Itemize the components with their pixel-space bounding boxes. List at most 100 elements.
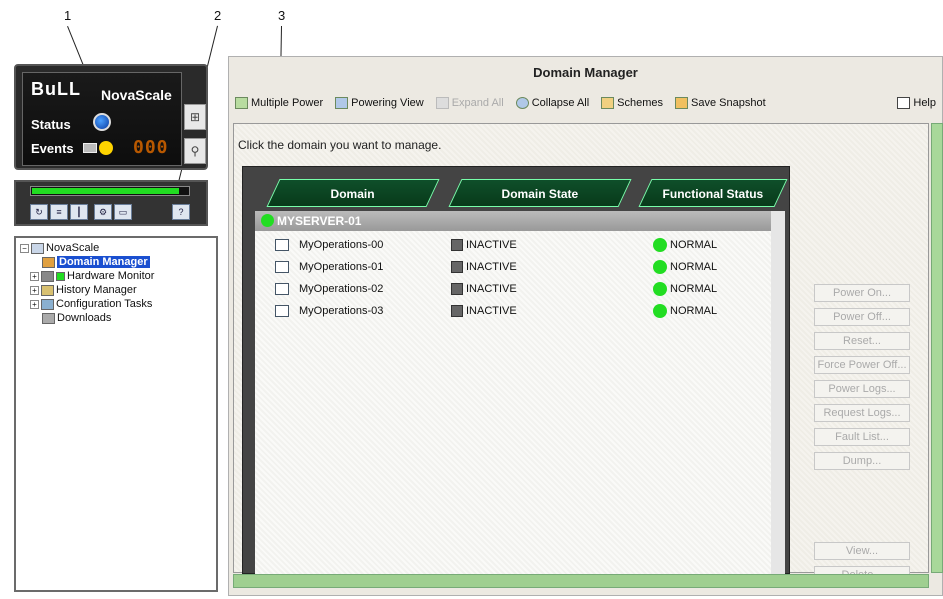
status-display: BuLL NovaScale Status Events 000	[22, 72, 182, 166]
powering-view-icon	[335, 97, 349, 109]
domain-icon	[275, 239, 289, 251]
collapse-all-button[interactable]: Collapse All	[515, 97, 589, 109]
mail-icon[interactable]	[83, 143, 97, 153]
hardware-monitor-icon	[41, 270, 54, 282]
tree-item-label: Domain Manager	[57, 256, 150, 268]
functional-status: NORMAL	[653, 238, 717, 252]
domain-name: MyOperations-03	[299, 305, 384, 317]
product-name: NovaScale	[101, 87, 172, 103]
monitor-icon[interactable]: ▭	[114, 204, 132, 220]
tree-item-history-manager[interactable]: + History Manager	[30, 284, 137, 296]
tree-view-button[interactable]: ⊞	[184, 104, 206, 130]
navigation-tree: − NovaScale Domain Manager + Hardware Mo…	[14, 236, 218, 592]
callout-3: 3	[278, 8, 286, 23]
tree-item-label: History Manager	[56, 284, 137, 296]
expand-icon[interactable]: +	[30, 285, 39, 295]
callout-1: 1	[64, 8, 72, 23]
domain-row[interactable]: MyOperations-00 INACTIVE NORMAL	[255, 235, 775, 255]
collapse-icon[interactable]: −	[20, 243, 29, 253]
instruction-text: Click the domain you want to manage.	[238, 138, 442, 152]
state-icon	[451, 239, 463, 251]
page-vertical-scrollbar[interactable]	[931, 123, 943, 573]
help-icon[interactable]: ?	[172, 204, 190, 220]
horizontal-scrollbar[interactable]	[233, 574, 929, 588]
expand-all-button[interactable]: Expand All	[435, 97, 504, 109]
action-button[interactable]: Reset...	[814, 332, 910, 350]
chart-icon[interactable]: ┃	[70, 204, 88, 220]
functional-status: NORMAL	[653, 282, 717, 296]
action-button[interactable]: Force Power Off...	[814, 356, 910, 374]
column-header-domain[interactable]: Domain	[266, 179, 440, 207]
server-row[interactable]: MYSERVER-01	[255, 211, 785, 231]
status-dot-icon	[653, 282, 667, 296]
tree-item-novascale[interactable]: − NovaScale	[20, 242, 99, 254]
downloads-icon	[42, 312, 55, 324]
column-header-functional-status[interactable]: Functional Status	[638, 179, 788, 207]
server-status-icon	[261, 214, 274, 227]
save-snapshot-icon	[675, 97, 689, 109]
state-icon	[451, 283, 463, 295]
powering-view-button[interactable]: Powering View	[335, 97, 424, 109]
status-dot-icon	[653, 238, 667, 252]
domain-manager-window: Domain Manager Multiple Power Powering V…	[228, 56, 943, 596]
action-button[interactable]: Power On...	[814, 284, 910, 302]
binoculars-button[interactable]: ⚲	[184, 138, 206, 164]
list-icon[interactable]: ≡	[50, 204, 68, 220]
domain-icon	[275, 305, 289, 317]
tree-item-label: Configuration Tasks	[56, 298, 153, 310]
expand-icon[interactable]: +	[30, 299, 39, 309]
domain-row[interactable]: MyOperations-01 INACTIVE NORMAL	[255, 257, 775, 277]
window-toolbar: Multiple Power Powering View Expand All …	[229, 93, 942, 113]
status-dot-icon	[653, 304, 667, 318]
action-button[interactable]: Request Logs...	[814, 404, 910, 422]
state-icon	[451, 305, 463, 317]
server-name: MYSERVER-01	[277, 214, 362, 228]
help-icon	[897, 97, 911, 109]
toolbar-panel: ↻ ≡ ┃ ⚙ ▭ ?	[14, 180, 208, 226]
config-icon[interactable]: ⚙	[94, 204, 112, 220]
domain-state: INACTIVE	[451, 305, 517, 317]
tree-item-hardware-monitor[interactable]: + Hardware Monitor	[30, 270, 154, 282]
domain-row[interactable]: MyOperations-02 INACTIVE NORMAL	[255, 279, 775, 299]
vertical-scrollbar[interactable]	[771, 211, 785, 575]
expand-all-icon	[435, 97, 449, 109]
tree-item-configuration-tasks[interactable]: + Configuration Tasks	[30, 298, 152, 310]
status-globe-icon[interactable]	[93, 113, 111, 131]
window-title: Domain Manager	[229, 57, 942, 89]
tree-item-domain-manager[interactable]: Domain Manager	[42, 256, 150, 268]
brand-logo: BuLL	[31, 79, 81, 99]
help-button[interactable]: Help	[897, 97, 936, 109]
action-button[interactable]: Power Off...	[814, 308, 910, 326]
tree-item-label: Hardware Monitor	[67, 270, 155, 282]
domain-state: INACTIVE	[451, 239, 517, 251]
smiley-icon[interactable]	[99, 141, 113, 155]
column-header-domain-state[interactable]: Domain State	[448, 179, 632, 207]
multiple-power-button[interactable]: Multiple Power	[235, 97, 323, 109]
action-button[interactable]: Dump...	[814, 452, 910, 470]
domain-table-frame: Domain Domain State Functional Status MY…	[242, 166, 790, 575]
progress-fill	[32, 188, 179, 194]
save-snapshot-button[interactable]: Save Snapshot	[675, 97, 766, 109]
schemes-button[interactable]: Schemes	[601, 97, 663, 109]
expand-icon[interactable]: +	[30, 271, 39, 281]
status-label: Status	[31, 117, 71, 132]
callout-2: 2	[214, 8, 222, 23]
table-headers: Domain Domain State Functional Status	[255, 179, 788, 207]
domain-state: INACTIVE	[451, 261, 517, 273]
events-label: Events	[31, 141, 74, 156]
content-area: Click the domain you want to manage. Dom…	[233, 123, 929, 584]
events-counter: 000	[133, 137, 169, 158]
action-button[interactable]: Power Logs...	[814, 380, 910, 398]
domain-name: MyOperations-02	[299, 283, 384, 295]
novascale-icon	[31, 242, 44, 254]
domain-icon	[275, 261, 289, 273]
status-dot-icon	[653, 260, 667, 274]
domain-manager-icon	[42, 256, 55, 268]
tree-item-downloads[interactable]: Downloads	[42, 312, 111, 324]
action-button[interactable]: Fault List...	[814, 428, 910, 446]
action-button[interactable]: View...	[814, 542, 910, 560]
functional-status: NORMAL	[653, 260, 717, 274]
status-panel: BuLL NovaScale Status Events 000	[14, 64, 208, 170]
refresh-icon[interactable]: ↻	[30, 204, 48, 220]
domain-row[interactable]: MyOperations-03 INACTIVE NORMAL	[255, 301, 775, 321]
